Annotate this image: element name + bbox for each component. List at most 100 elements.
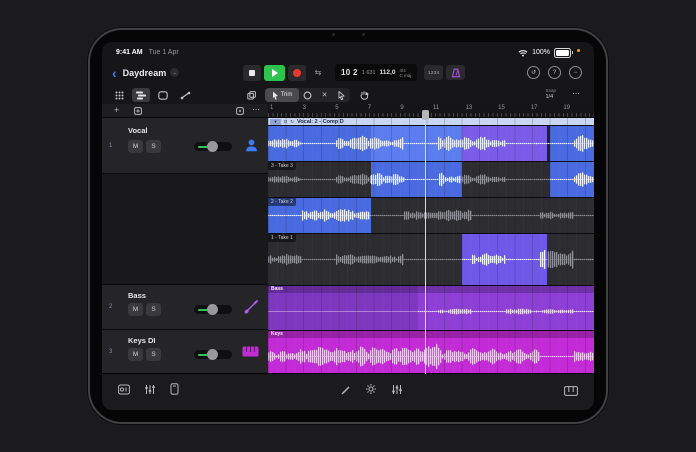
take-lane-1[interactable]: 1 - Take 1: [268, 234, 594, 286]
play-icon: [272, 68, 278, 77]
help-button[interactable]: ?: [548, 66, 561, 79]
track-name: Bass: [128, 291, 146, 300]
ruler-tick: 17: [530, 105, 538, 111]
logic-pro-app-screen: 9:41 AM Tue 1 Apr 100% ‹ Daydream ⌄ ⇆ 10…: [102, 42, 594, 410]
track-number: 2: [109, 304, 113, 310]
controls-view-button[interactable]: [118, 383, 130, 395]
metronome-button[interactable]: [446, 65, 466, 80]
front-camera: [332, 33, 335, 36]
count-in-button[interactable]: 1234: [424, 65, 444, 80]
bottom-toolbar: [102, 373, 594, 410]
battery-percentage: 100%: [532, 49, 550, 56]
play-button[interactable]: [264, 64, 285, 81]
snap-control[interactable]: Snap 1/4: [545, 87, 556, 101]
play-surface-keyboard-button[interactable]: [564, 386, 578, 396]
playhead-position-major: 10 2: [341, 68, 358, 77]
duplicate-button[interactable]: [242, 88, 260, 102]
fade-tool-button[interactable]: [333, 88, 350, 102]
region-label: Bass: [268, 286, 594, 293]
keys-region[interactable]: Keys: [268, 331, 594, 375]
comp-collapse-chevron[interactable]: ▾: [270, 118, 281, 125]
trim-tool-label: Trim: [280, 92, 293, 98]
track-name: Vocal: [128, 126, 148, 135]
mute-button[interactable]: M: [128, 140, 143, 153]
plugins-button[interactable]: [170, 383, 179, 395]
toolbar-right-buttons: ↺ ? −: [527, 66, 582, 79]
solo-button[interactable]: S: [146, 303, 161, 316]
timeline-area: 1 3 5 7 9 11 13 15 17 19 ▾ D ↻ Vocal: 2 …: [268, 104, 594, 375]
track-zoom-icon[interactable]: [134, 107, 142, 115]
catch-playhead-button[interactable]: [236, 107, 244, 115]
snap-value: 1/4: [545, 94, 554, 100]
status-bar: 9:41 AM Tue 1 Apr 100%: [102, 46, 594, 59]
slider-knob[interactable]: [207, 349, 218, 360]
bass-region[interactable]: Bass: [268, 286, 594, 331]
mute-button[interactable]: M: [128, 348, 143, 361]
ruler-tick: 19: [563, 105, 571, 111]
comp-lane[interactable]: [268, 126, 594, 162]
mute-button[interactable]: M: [128, 303, 143, 316]
waveform: [268, 126, 594, 161]
volume-slider[interactable]: [194, 304, 232, 315]
fade-cursor-icon: [338, 90, 345, 100]
project-title: Daydream: [122, 67, 167, 78]
tool-segmented-control: Trim ✕: [265, 88, 350, 102]
playhead-handle[interactable]: [422, 110, 430, 120]
lanes: ▾ D ↻ Vocal: 2 - Comp D 3 - Take 3 2 - T…: [268, 118, 594, 375]
keys-track-icon: [242, 346, 259, 357]
cycle-button[interactable]: ⇆: [309, 65, 327, 81]
volume-slider[interactable]: [194, 141, 232, 152]
take-lane-3[interactable]: 3 - Take 3: [268, 162, 594, 198]
take-selection[interactable]: [549, 162, 594, 197]
back-button[interactable]: ‹: [112, 66, 117, 80]
take-lane-2[interactable]: 2 - Take 2: [268, 198, 594, 234]
track-header-more-button[interactable]: ⋯: [252, 105, 260, 114]
record-button[interactable]: [288, 64, 306, 81]
live-loops-view-button[interactable]: [154, 88, 172, 102]
waveform: [268, 293, 594, 330]
stop-button[interactable]: [243, 64, 261, 81]
marquee-tool-button[interactable]: [299, 88, 316, 102]
draw-tool-button[interactable]: [355, 88, 373, 102]
take-label: 1 - Take 1: [268, 234, 296, 242]
track-header-bass[interactable]: 2 Bass M S: [102, 285, 268, 330]
browser-view-button[interactable]: [110, 88, 128, 102]
minimize-button[interactable]: −: [569, 66, 582, 79]
camera-sensor: [362, 33, 365, 36]
comp-loop-icon: ↻: [290, 118, 295, 124]
tracks-view-button[interactable]: [132, 88, 150, 102]
playhead-position-minor: 1 631: [361, 69, 376, 76]
playhead[interactable]: [422, 110, 430, 374]
track-header-vocal[interactable]: 1 Vocal M S: [102, 118, 268, 174]
slider-knob[interactable]: [207, 304, 218, 315]
record-icon: [293, 68, 301, 77]
hand-icon: [359, 90, 369, 100]
take-selection[interactable]: [462, 234, 548, 285]
add-track-button[interactable]: +: [114, 105, 119, 115]
solo-button[interactable]: S: [146, 348, 161, 361]
comp-region-header[interactable]: ▾ D ↻ Vocal: 2 - Comp D: [268, 118, 594, 126]
lcd-display[interactable]: 10 2 1 631 112,0 4/4 C maj: [335, 64, 418, 81]
track-header-keys[interactable]: 3 Keys DI M S: [102, 330, 268, 374]
split-tool-button[interactable]: ✕: [316, 88, 333, 102]
stop-icon: [249, 69, 255, 76]
volume-slider[interactable]: [194, 349, 232, 360]
take-lanes-spacer: [102, 174, 268, 285]
take-selection[interactable]: [371, 162, 463, 197]
bar-ruler[interactable]: 1 3 5 7 9 11 13 15 17 19: [268, 104, 594, 118]
editor-pencil-button[interactable]: [340, 383, 351, 395]
history-button[interactable]: ↺: [527, 66, 540, 79]
project-menu-button[interactable]: ⌄: [170, 68, 180, 77]
automation-button[interactable]: [176, 88, 194, 102]
transport-controls: ⇆ 10 2 1 631 112,0 4/4 C maj 1234: [243, 64, 466, 81]
edit-tools: Trim ✕: [242, 88, 373, 102]
settings-gear-button[interactable]: [365, 383, 377, 395]
trim-tool-button[interactable]: Trim: [265, 88, 299, 102]
solo-button[interactable]: S: [146, 140, 161, 153]
faders-button[interactable]: [391, 383, 403, 395]
tracks-icon: [136, 91, 146, 100]
toolbar-more-button[interactable]: ⋯: [572, 89, 580, 98]
copy-icon: [246, 90, 256, 100]
slider-knob[interactable]: [207, 141, 218, 152]
mixer-button[interactable]: [144, 383, 156, 395]
